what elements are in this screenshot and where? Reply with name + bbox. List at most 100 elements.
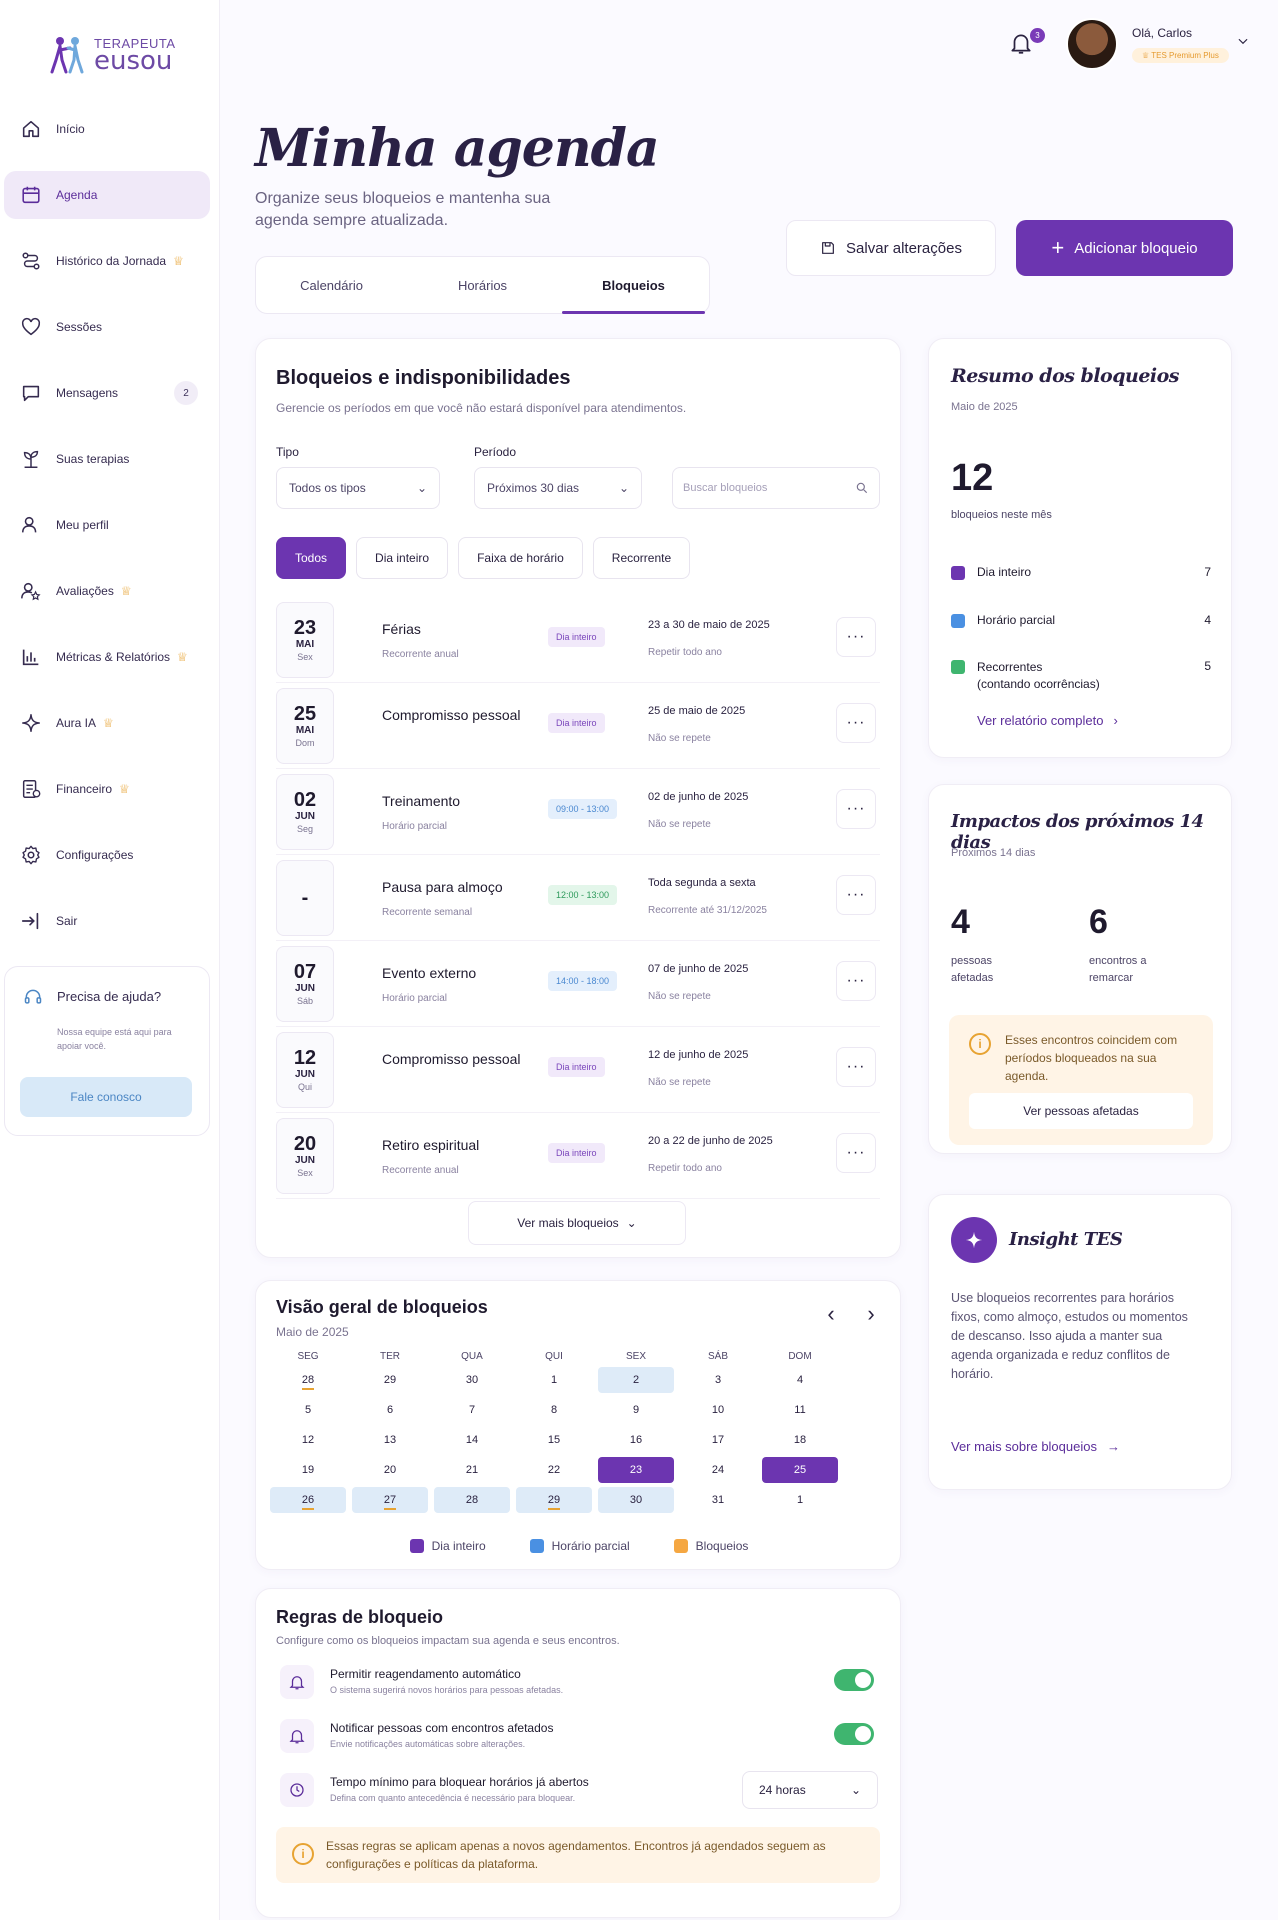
calendar-day[interactable]: 12 [270, 1427, 346, 1453]
sidebar-item-sair[interactable]: Sair [4, 897, 210, 945]
auto-reschedule-toggle[interactable] [834, 1669, 874, 1691]
contact-button[interactable]: Fale conosco [20, 1077, 192, 1117]
block-row[interactable]: 07 JUN Sáb Evento externo Horário parcial 14:… [276, 941, 880, 1027]
more-options-button[interactable]: ··· [836, 1047, 876, 1087]
calendar-day[interactable]: 8 [516, 1397, 592, 1423]
calendar-day[interactable]: 4 [762, 1367, 838, 1393]
calendar-day[interactable]: 30 [434, 1367, 510, 1393]
block-badge: Dia inteiro [548, 1057, 605, 1077]
tab-bloqueios[interactable]: Bloqueios [558, 257, 709, 314]
calendar-day[interactable]: 28 [434, 1487, 510, 1513]
block-row[interactable]: 25 MAI Dom Compromisso pessoal Dia inteiro 25… [276, 683, 880, 769]
sidebar-item-perfil[interactable]: Meu perfil [4, 501, 210, 549]
min-time-select[interactable]: 24 horas ⌄ [742, 1771, 878, 1809]
save-icon [822, 242, 834, 254]
calendar-day[interactable]: 24 [680, 1457, 756, 1483]
filter-faixa-horario[interactable]: Faixa de horário [458, 537, 583, 579]
sidebar-item-mensagens[interactable]: Mensagens 2 [4, 369, 210, 417]
sidebar-item-financeiro[interactable]: Financeiro ♕ [4, 765, 210, 813]
calendar-day[interactable]: 1 [516, 1367, 592, 1393]
calendar-day[interactable]: 21 [434, 1457, 510, 1483]
calendar-day[interactable]: 7 [434, 1397, 510, 1423]
next-month-button[interactable]: › [856, 1299, 886, 1329]
filter-todos[interactable]: Todos [276, 537, 347, 579]
summary-row-count: 7 [1204, 565, 1211, 579]
more-options-button[interactable]: ··· [836, 703, 876, 743]
legend-swatch [673, 1539, 688, 1553]
block-kind: Recorrente anual [382, 649, 459, 660]
calendar-day[interactable]: 16 [598, 1427, 674, 1453]
block-row[interactable]: 20 JUN Sex Retiro espiritual Recorrente anua… [276, 1113, 880, 1199]
calendar-day[interactable]: 26 [270, 1487, 346, 1513]
tab-calendario[interactable]: Calendário [256, 257, 407, 313]
more-options-button[interactable]: ··· [836, 1133, 876, 1173]
filter-recorrente[interactable]: Recorrente [592, 537, 691, 579]
calendar-day[interactable]: 28 [270, 1367, 346, 1393]
calendar-day[interactable]: 13 [352, 1427, 428, 1453]
search-icon[interactable] [855, 481, 869, 495]
block-repeat: Não se repete [648, 1077, 711, 1088]
calendar-day[interactable]: 31 [680, 1487, 756, 1513]
sidebar-item-historico[interactable]: Histórico da Jornada ♕ [4, 237, 210, 285]
load-more-button[interactable]: Ver mais bloqueios ⌄ [468, 1201, 686, 1245]
block-row[interactable]: - Pausa para almoço Recorrente semanal 12:0… [276, 855, 880, 941]
sidebar-item-terapias[interactable]: Suas terapias [4, 435, 210, 483]
more-options-button[interactable]: ··· [836, 875, 876, 915]
chevron-down-icon[interactable] [1236, 34, 1250, 48]
calendar-day[interactable]: 15 [516, 1427, 592, 1453]
calendar-day[interactable]: 29 [352, 1367, 428, 1393]
calendar-day[interactable]: 18 [762, 1427, 838, 1453]
user-icon [21, 516, 37, 533]
tab-horarios[interactable]: Horários [407, 257, 558, 313]
more-options-button[interactable]: ··· [836, 617, 876, 657]
full-report-label: Ver relatório completo [977, 713, 1104, 728]
filter-dia-inteiro[interactable]: Dia inteiro [356, 537, 449, 579]
calendar-day[interactable]: 3 [680, 1367, 756, 1393]
prev-month-button[interactable]: ‹ [816, 1299, 846, 1329]
avatar[interactable] [1066, 18, 1118, 70]
calendar-day[interactable]: 9 [598, 1397, 674, 1423]
calendar-day[interactable]: 22 [516, 1457, 592, 1483]
calendar-day[interactable]: 29 [516, 1487, 592, 1513]
sidebar-item-label: Mensagens [56, 386, 119, 400]
full-report-link[interactable]: Ver relatório completo › [977, 713, 1118, 728]
calendar-day[interactable]: 5 [270, 1397, 346, 1423]
more-options-button[interactable]: ··· [836, 789, 876, 829]
add-block-button[interactable]: + Adicionar bloqueio [1016, 220, 1233, 276]
calendar-day[interactable]: 11 [762, 1397, 838, 1423]
calendar-day[interactable]: 10 [680, 1397, 756, 1423]
calendar-day[interactable]: 25 [762, 1457, 838, 1483]
chevron-down-icon: ⌄ [618, 481, 629, 495]
more-options-button[interactable]: ··· [836, 961, 876, 1001]
calendar-day[interactable]: 23 [598, 1457, 674, 1483]
sidebar-item-configuracoes[interactable]: Configurações [4, 831, 210, 879]
calendar-day[interactable]: 27 [352, 1487, 428, 1513]
save-button[interactable]: Salvar alterações [786, 220, 996, 276]
type-select[interactable]: Todos os tipos ⌄ [276, 467, 440, 509]
calendar-day[interactable]: 19 [270, 1457, 346, 1483]
sidebar-item-agenda[interactable]: Agenda [4, 171, 210, 219]
calendar-day[interactable]: 17 [680, 1427, 756, 1453]
block-row[interactable]: 12 JUN Qui Compromisso pessoal Dia inteiro 12… [276, 1027, 880, 1113]
sidebar-item-inicio[interactable]: Início [4, 105, 210, 153]
calendar-day[interactable]: 6 [352, 1397, 428, 1423]
brand-logo[interactable]: TERAPEUTA eusou [48, 34, 176, 74]
search-input[interactable] [683, 482, 833, 494]
calendar-card: Visão geral de bloqueios Maio de 2025 ‹ … [255, 1280, 901, 1570]
sidebar-item-aura[interactable]: Aura IA ♕ [4, 699, 210, 747]
period-select[interactable]: Próximos 30 dias ⌄ [474, 467, 642, 509]
view-affected-button[interactable]: Ver pessoas afetadas [969, 1093, 1193, 1129]
calendar-day[interactable]: 1 [762, 1487, 838, 1513]
block-row[interactable]: 23 MAI Sex Férias Recorrente anual Dia inteir… [276, 597, 880, 683]
notify-affected-toggle[interactable] [834, 1723, 874, 1745]
sidebar-item-avaliacoes[interactable]: Avaliações ♕ [4, 567, 210, 615]
calendar-day[interactable]: 14 [434, 1427, 510, 1453]
calendar-day[interactable]: 2 [598, 1367, 674, 1393]
block-when: 07 de junho de 2025 [648, 963, 749, 975]
sidebar-item-sessoes[interactable]: Sessões [4, 303, 210, 351]
insight-link[interactable]: Ver mais sobre bloqueios → [951, 1439, 1120, 1454]
sidebar-item-metricas[interactable]: Métricas & Relatórios ♕ [4, 633, 210, 681]
block-row[interactable]: 02 JUN Seg Treinamento Horário parcial 09:00 … [276, 769, 880, 855]
calendar-day[interactable]: 30 [598, 1487, 674, 1513]
calendar-day[interactable]: 20 [352, 1457, 428, 1483]
